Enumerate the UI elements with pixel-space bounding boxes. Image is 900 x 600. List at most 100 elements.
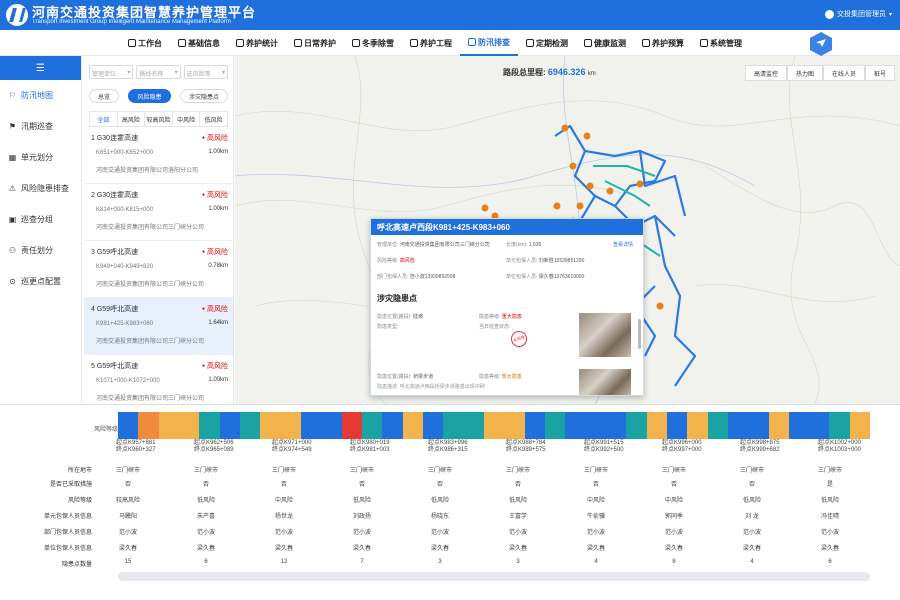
- sidebar-item-3[interactable]: ⚠ 风险隐患排查: [0, 173, 81, 204]
- risk-bar-segment[interactable]: [585, 412, 606, 439]
- nav-item-3[interactable]: 日常养护: [286, 30, 344, 56]
- hazard-1-photo[interactable]: [579, 313, 631, 357]
- risk-bar-segment[interactable]: [483, 412, 505, 439]
- risk-bar-segment[interactable]: [118, 412, 139, 439]
- risk-bar-segment[interactable]: [260, 412, 281, 439]
- table-cell: 牛俞骥: [586, 514, 605, 520]
- nav-item-9[interactable]: 养护预算: [634, 30, 692, 56]
- sidebar-item-4[interactable]: ▣ 巡查分组: [0, 204, 81, 235]
- risk-level-select[interactable]: 选风险等 ▾: [183, 65, 228, 79]
- risk-bar-segment[interactable]: [463, 412, 484, 439]
- risk-bar-segment[interactable]: [504, 412, 525, 439]
- risk-bar-segment[interactable]: [138, 412, 159, 439]
- heatmap-button[interactable]: 热力图: [786, 65, 823, 81]
- stake-number-button[interactable]: 桩号: [864, 65, 895, 81]
- risk-bar-segment[interactable]: [829, 412, 850, 439]
- risk-bar-segment[interactable]: [321, 412, 342, 439]
- nav-item-1[interactable]: 基础信息: [170, 30, 228, 56]
- risk-bar-segment[interactable]: [809, 412, 830, 439]
- nav-item-0[interactable]: 工作台: [120, 30, 170, 56]
- flood-map[interactable]: 路段总里程: 6946.326 km 高清监控 热力图 在线人员 桩号 呼北高速…: [235, 56, 900, 404]
- risk-bar-segment[interactable]: [300, 412, 322, 439]
- nav-item-label: 日常养护: [304, 38, 336, 48]
- sidebar-item-label: 巡更点配置: [21, 277, 61, 286]
- brand-badge-icon[interactable]: [810, 32, 832, 56]
- user-menu[interactable]: 交投集团管理员 ▾: [824, 9, 892, 19]
- table-cell: 杨世龙: [274, 514, 293, 520]
- nav-icon: [526, 39, 534, 47]
- popup-scrollbar[interactable]: [638, 319, 641, 349]
- table-cell: 否: [280, 482, 287, 488]
- view-detail-link[interactable]: 查看详情: [613, 241, 633, 248]
- column-end-stake: 终点K960+327: [116, 447, 156, 453]
- risk-bar-segment[interactable]: [605, 412, 627, 439]
- risk-bar-segment[interactable]: [626, 412, 647, 439]
- table-cell: 范小波: [820, 530, 839, 536]
- nav-item-6[interactable]: 防汛排查: [460, 30, 518, 56]
- online-staff-button[interactable]: 在线人员: [822, 65, 865, 81]
- risk-bar-segment[interactable]: [443, 412, 464, 439]
- nav-item-7[interactable]: 定期检测: [518, 30, 576, 56]
- risk-bar-segment[interactable]: [748, 412, 769, 439]
- risk-filter-tab-1[interactable]: 高风险: [118, 112, 146, 126]
- route-name-select[interactable]: 路线名称 ▾: [136, 65, 181, 79]
- risk-bar-segment[interactable]: [402, 412, 423, 439]
- column-start-stake: 起点K983+996: [428, 440, 468, 446]
- horizontal-scrollbar[interactable]: [118, 572, 870, 581]
- risk-filter-tab-2[interactable]: 较高风险: [145, 112, 173, 126]
- risk-level-bar[interactable]: [118, 412, 871, 439]
- nav-item-4[interactable]: 冬季除雪: [344, 30, 402, 56]
- sidebar-item-0[interactable]: ⚐ 防汛地图: [0, 80, 81, 111]
- risk-bar-segment[interactable]: [158, 412, 179, 439]
- mode-overview-button[interactable]: 总览: [89, 89, 120, 103]
- risk-bar-segment[interactable]: [565, 412, 586, 439]
- risk-filter-tab-0[interactable]: 全部: [90, 112, 118, 126]
- mode-hazard-point-button[interactable]: 涉灾隐患点: [179, 89, 228, 103]
- risk-bar-segment[interactable]: [524, 412, 545, 439]
- segment-list-item[interactable]: 3 G59呼北高速高风险K949+040-K949+8200.78km河南交通投…: [84, 241, 233, 298]
- hazard-1-type: 隐患类型:: [377, 324, 399, 330]
- segment-list-item[interactable]: 5 G59呼北高速高风险K1071+000-K1072+0001.00km河南交…: [84, 355, 233, 404]
- risk-bar-segment[interactable]: [646, 412, 667, 439]
- risk-bar-segment[interactable]: [280, 412, 301, 439]
- sidebar-item-5[interactable]: ⚇ 责任划分: [0, 235, 81, 266]
- management-unit-select[interactable]: 管理单位 ▾: [89, 65, 134, 79]
- hazard-2-photo[interactable]: [579, 369, 631, 395]
- risk-filter-tab-4[interactable]: 低风险: [200, 112, 227, 126]
- risk-bar-segment[interactable]: [727, 412, 749, 439]
- segment-list-item[interactable]: 2 G30连霍高速高风险K814+000-K815+0001.00km河南交通投…: [84, 184, 233, 241]
- risk-bar-segment[interactable]: [788, 412, 810, 439]
- segment-list-item[interactable]: 1 G30连霍高速高风险K651+000-K652+0001.00km河南交通投…: [84, 127, 233, 184]
- risk-bar-segment[interactable]: [687, 412, 708, 439]
- risk-bar-segment[interactable]: [422, 412, 444, 439]
- risk-bar-segment[interactable]: [382, 412, 403, 439]
- top-header: 河南交通投资集团智慧养护管理平台 Transport Investment Gr…: [0, 0, 900, 30]
- risk-bar-segment[interactable]: [849, 412, 871, 439]
- nav-item-10[interactable]: 系统管理: [692, 30, 750, 56]
- segment-column-header: 起点K1002+000 终点K1003+000: [818, 440, 861, 454]
- risk-bar-segment[interactable]: [239, 412, 261, 439]
- risk-bar-segment[interactable]: [178, 412, 200, 439]
- risk-bar-segment[interactable]: [707, 412, 728, 439]
- nav-item-2[interactable]: 养护统计: [228, 30, 286, 56]
- nav-item-8[interactable]: 健康监测: [576, 30, 634, 56]
- menu-toggle-icon[interactable]: ☰: [0, 56, 81, 80]
- risk-bar-segment[interactable]: [361, 412, 383, 439]
- risk-bar-segment[interactable]: [219, 412, 240, 439]
- sidebar-item-1[interactable]: ⚑ 汛期巡查: [0, 111, 81, 142]
- hd-monitor-button[interactable]: 高清监控: [744, 65, 787, 81]
- table-cell: 三门峡市: [739, 468, 764, 474]
- risk-bar-segment[interactable]: [768, 412, 789, 439]
- risk-filter-tab-3[interactable]: 中风险: [173, 112, 201, 126]
- risk-bar-segment[interactable]: [666, 412, 688, 439]
- sidebar-item-6[interactable]: ⊙ 巡更点配置: [0, 266, 81, 297]
- nav-item-5[interactable]: 养护工程: [402, 30, 460, 56]
- risk-bar-segment[interactable]: [544, 412, 566, 439]
- sidebar-item-2[interactable]: ▦ 单元划分: [0, 142, 81, 173]
- table-cell: 梁久春: [742, 546, 761, 552]
- mode-risk-button[interactable]: 风险隐患: [128, 89, 171, 103]
- table-cell: 梁久春: [196, 546, 215, 552]
- risk-bar-segment[interactable]: [341, 412, 362, 439]
- risk-bar-segment[interactable]: [199, 412, 220, 439]
- segment-list-item[interactable]: 4 G59呼北高速高风险K981+425-K983+0601.64km河南交通投…: [84, 298, 233, 355]
